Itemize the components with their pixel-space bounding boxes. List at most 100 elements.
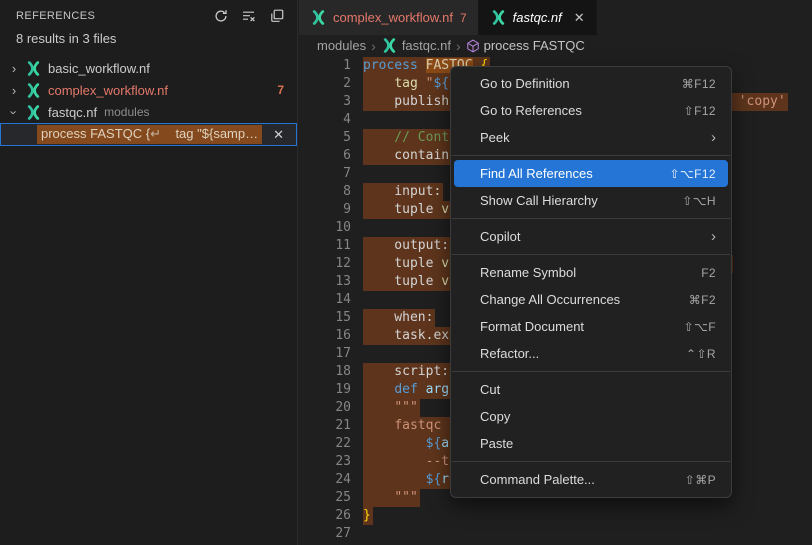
vscode-window: REFERENCES [0,0,812,545]
chevron-icon[interactable]: › [6,83,22,98]
clear-all-button[interactable] [237,4,261,28]
menu-item-paste[interactable]: Paste [454,430,728,457]
code-token [418,76,426,91]
menu-item-copilot[interactable]: Copilot› [454,223,728,250]
menu-item-label: Paste [480,436,716,451]
line-number: 9 [299,201,351,219]
code-token: ${ [433,76,449,91]
breadcrumb-item-fastqc-nf[interactable]: fastqc.nf [381,38,451,53]
code-token: script: [363,364,449,379]
menu-separator [452,461,730,462]
refresh-button[interactable] [209,4,233,28]
nextflow-file-icon [490,10,507,25]
file-label: fastqc.nf [48,105,97,120]
menu-item-refactor[interactable]: Refactor...⌃⇧R [454,340,728,367]
breadcrumb-separator-icon: › [371,38,376,54]
line-number: 7 [299,165,351,183]
references-title: REFERENCES [16,10,95,22]
breadcrumb-item-process-FASTQC[interactable]: process FASTQC [466,38,585,53]
match-text-after: tag "${samp… [161,126,258,141]
line-number: 2 [299,75,351,93]
code-token [418,382,426,397]
reference-match-row[interactable]: process FASTQC {↵ tag "${samp…✕ [0,123,297,146]
code-line[interactable] [363,525,812,543]
line-number: 6 [299,147,351,165]
chevron-icon[interactable]: › [7,104,22,120]
menu-item-label: Show Call Hierarchy [480,193,682,208]
menu-item-label: Change All Occurrences [480,292,689,307]
menu-item-find-all-references[interactable]: Find All References⇧⌥F12 [454,160,728,187]
line-number: 8 [299,183,351,201]
line-number: 1 [299,57,351,75]
line-number: 24 [299,471,351,489]
collapse-all-button[interactable] [265,4,289,28]
menu-item-change-all-occurrences[interactable]: Change All Occurrences⌘F2 [454,286,728,313]
line-number: 22 [299,435,351,453]
menu-item-label: Find All References [480,166,669,181]
tab-bar: complex_workflow.nf7 fastqc.nf ✕ [299,0,812,35]
line-number: 18 [299,363,351,381]
menu-item-label: Cut [480,382,716,397]
code-token: tag [394,76,417,91]
menu-shortcut: ⇧⌥F12 [669,167,716,181]
tab-label: complex_workflow.nf [333,10,453,25]
line-number: 27 [299,525,351,543]
references-header: REFERENCES [0,0,297,32]
dismiss-reference-button[interactable]: ✕ [273,127,284,143]
code-token: } [363,508,371,523]
code-token: fastqc \ [394,418,457,433]
line-number: 25 [299,489,351,507]
menu-item-label: Format Document [480,319,684,334]
menu-item-label: Rename Symbol [480,265,701,280]
menu-item-show-call-hierarchy[interactable]: Show Call Hierarchy⇧⌥H [454,187,728,214]
menu-item-label: Command Palette... [480,472,685,487]
menu-item-command-palette[interactable]: Command Palette...⇧⌘P [454,466,728,493]
menu-item-cut[interactable]: Cut [454,376,728,403]
menu-shortcut: ⌘F2 [689,293,716,307]
match-text-before: process FASTQC { [41,126,150,141]
code-token [363,382,394,397]
code-line[interactable]: } [363,507,812,525]
line-number: 10 [299,219,351,237]
tab-fastqc-nf[interactable]: fastqc.nf ✕ [479,0,597,35]
references-panel: REFERENCES [0,0,298,545]
submenu-arrow-icon: › [711,229,716,244]
menu-item-format-document[interactable]: Format Document⇧⌥F [454,313,728,340]
menu-item-copy[interactable]: Copy [454,403,728,430]
tree-item-file[interactable]: ›complex_workflow.nf7 [0,79,297,101]
code-token [363,454,426,469]
line-number: 19 [299,381,351,399]
refresh-icon [213,8,229,24]
menu-item-go-to-references[interactable]: Go to References⇧F12 [454,97,728,124]
line-match-highlight: """ [363,399,420,417]
nextflow-file-icon [25,61,42,76]
line-match-highlight: fastqc \ [363,417,459,435]
breadcrumb-item-modules[interactable]: modules [317,38,366,53]
breadcrumb-label: fastqc.nf [402,38,451,53]
code-token [363,400,394,415]
line-number: 16 [299,327,351,345]
line-number: 21 [299,417,351,435]
file-label: complex_workflow.nf [48,83,168,98]
collapse-all-icon [269,8,285,24]
code-token: """ [394,490,417,505]
tree-item-file[interactable]: ›fastqc.nfmodules [0,101,297,123]
menu-separator [452,254,730,255]
line-match-highlight: output: [363,237,451,255]
file-label: basic_workflow.nf [48,61,150,76]
line-number: 5 [299,129,351,147]
menu-item-go-to-definition[interactable]: Go to Definition⌘F12 [454,70,728,97]
line-number: 12 [299,255,351,273]
menu-shortcut: ⇧⌘P [685,473,716,487]
tab-label: fastqc.nf [513,10,562,25]
code-token [363,472,426,487]
chevron-icon[interactable]: › [6,61,22,76]
menu-separator [452,218,730,219]
tab-complex_workflow-nf[interactable]: complex_workflow.nf7 [299,0,479,35]
tab-close-button[interactable]: ✕ [574,10,585,26]
code-token [363,436,426,451]
tree-item-file[interactable]: › basic_workflow.nf [0,57,297,79]
menu-item-peek[interactable]: Peek› [454,124,728,151]
code-token: tuple [363,202,441,217]
menu-item-rename-symbol[interactable]: Rename SymbolF2 [454,259,728,286]
